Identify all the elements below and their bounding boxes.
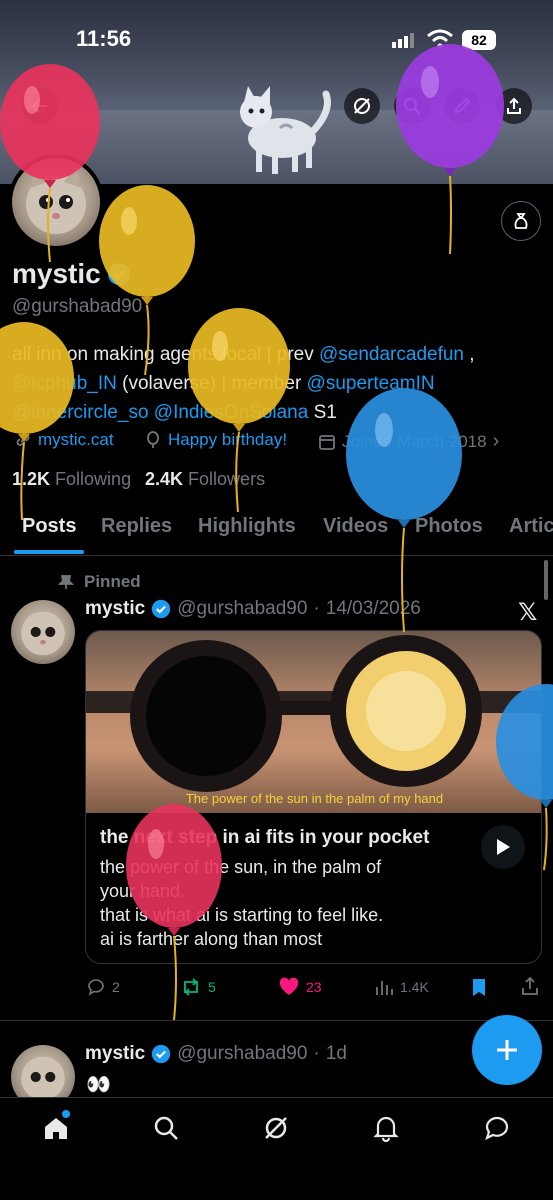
tab-articles[interactable]: Artic xyxy=(509,515,553,538)
chevron-right-icon: › xyxy=(492,430,500,452)
share-post-button[interactable] xyxy=(520,976,540,1001)
dot-separator: · xyxy=(313,1043,320,1064)
nav-notifications[interactable] xyxy=(372,1114,400,1147)
bottom-navigation xyxy=(0,1097,553,1200)
calendar-icon xyxy=(319,434,335,450)
bio-mention-sendarcadefun[interactable]: @sendarcadefun xyxy=(319,344,464,365)
search-icon xyxy=(154,1116,178,1140)
active-tab-indicator xyxy=(14,550,84,554)
money-bag-icon xyxy=(514,213,528,229)
post-author-name[interactable]: mystic xyxy=(85,1043,145,1065)
bio-text: S1 xyxy=(308,402,337,423)
post-author-name[interactable]: mystic xyxy=(85,598,145,620)
post-text: 👀 xyxy=(86,1074,111,1096)
balloon-icon xyxy=(147,431,159,448)
tabs-divider xyxy=(0,555,553,556)
grok-icon xyxy=(265,1117,287,1139)
video-thumbnail[interactable]: The power of the sun in the palm of my h… xyxy=(86,631,541,813)
nav-grok[interactable] xyxy=(262,1114,290,1147)
post-avatar[interactable] xyxy=(11,600,75,664)
share-icon xyxy=(522,976,538,995)
blue-balloon-icon xyxy=(496,684,553,871)
verified-badge-icon xyxy=(152,1044,171,1064)
nav-home[interactable] xyxy=(42,1110,70,1147)
yellow-balloon-icon xyxy=(0,322,74,521)
nav-search[interactable] xyxy=(152,1114,180,1147)
notification-dot xyxy=(62,1110,70,1118)
post-divider xyxy=(0,1020,553,1021)
bio-text: , xyxy=(464,344,475,365)
pin-icon xyxy=(58,575,74,589)
goggles-image xyxy=(86,635,541,792)
cat-illustration xyxy=(240,86,331,174)
status-time: 11:56 xyxy=(76,26,132,51)
post-header: mystic @gurshabad90 · 1d xyxy=(85,1043,347,1065)
scrollbar[interactable] xyxy=(544,560,548,600)
nav-messages[interactable] xyxy=(483,1114,511,1147)
yellow-balloon-icon xyxy=(188,308,290,513)
analytics-icon xyxy=(376,981,393,995)
red-balloon-icon xyxy=(126,804,222,1021)
bookmark-icon xyxy=(473,979,485,996)
bookmark-button[interactable] xyxy=(470,977,488,1002)
purple-balloon-icon xyxy=(396,44,504,255)
home-icon xyxy=(45,1118,67,1139)
tip-button[interactable] xyxy=(501,201,541,241)
share-icon xyxy=(507,97,521,114)
reply-count: 2 xyxy=(112,979,120,995)
grok-button[interactable] xyxy=(344,88,380,124)
heart-icon xyxy=(279,977,299,995)
like-count: 23 xyxy=(306,979,322,995)
yellow-balloon-icon xyxy=(99,185,195,376)
views-button[interactable]: 1.4K xyxy=(374,977,429,997)
reply-icon xyxy=(88,979,104,996)
followers-count: 2.4K xyxy=(145,469,184,489)
post-author-handle[interactable]: @gurshabad90 xyxy=(177,1043,307,1065)
tab-replies[interactable]: Replies xyxy=(101,515,172,538)
cat-avatar-image xyxy=(21,611,65,656)
reply-button[interactable]: 2 xyxy=(86,977,120,997)
post-time[interactable]: 1d xyxy=(326,1043,347,1065)
view-count: 1.4K xyxy=(400,979,429,995)
plus-icon xyxy=(497,1040,517,1060)
bell-icon xyxy=(373,1116,399,1143)
compose-button[interactable] xyxy=(472,1015,542,1085)
pinned-label: Pinned xyxy=(84,572,141,591)
tab-highlights[interactable]: Highlights xyxy=(198,515,296,538)
dot-separator: · xyxy=(313,598,320,619)
pinned-indicator: Pinned xyxy=(58,572,141,592)
verified-badge-icon xyxy=(152,599,171,619)
grok-icon xyxy=(354,98,370,114)
red-balloon-icon xyxy=(0,64,100,263)
x-logo-icon: 𝕏 xyxy=(518,599,538,626)
chat-icon xyxy=(485,1116,509,1141)
like-button[interactable]: 23 xyxy=(278,977,322,997)
blue-balloon-icon xyxy=(346,388,462,633)
post-author-handle[interactable]: @gurshabad90 xyxy=(177,598,307,620)
